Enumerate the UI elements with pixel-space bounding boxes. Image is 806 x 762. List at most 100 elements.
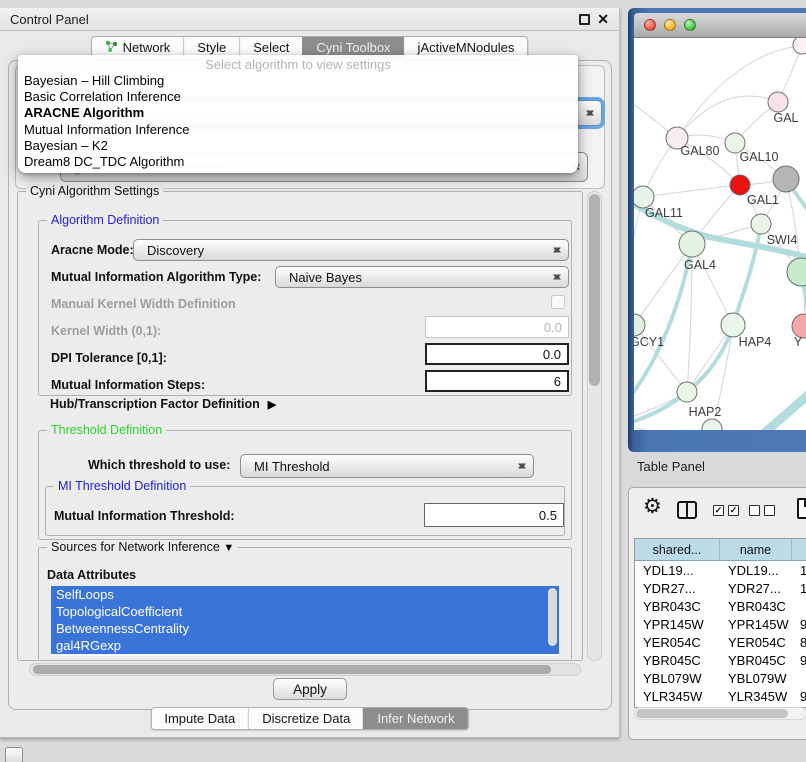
which-threshold-combo[interactable]: MI Threshold xyxy=(240,454,534,478)
which-threshold-value: MI Threshold xyxy=(254,459,330,474)
network-node-hap2[interactable] xyxy=(677,382,697,402)
new-table-document-icon[interactable] xyxy=(797,498,806,519)
attribute-item-gal4rgexp[interactable]: gal4RGexp xyxy=(51,637,559,654)
kernel-width-input[interactable]: 0.0 xyxy=(425,316,569,338)
checked-box-icon: ✓ xyxy=(728,505,739,516)
column-header-name[interactable]: name xyxy=(720,539,792,560)
table-cell: YER054C xyxy=(635,633,720,651)
node-label: Y xyxy=(794,335,803,349)
columns-icon[interactable] xyxy=(677,501,697,519)
network-node-gal4[interactable] xyxy=(679,231,705,257)
unchecked-box-icon xyxy=(764,505,775,516)
network-edge xyxy=(692,244,733,325)
node-label: SWI4 xyxy=(767,233,798,247)
tab-infer-network[interactable]: Infer Network xyxy=(363,708,467,729)
mi-steps-input[interactable]: 6 xyxy=(425,370,569,392)
hide-unchecked-columns-icon[interactable] xyxy=(749,505,775,516)
network-node[interactable] xyxy=(793,38,806,54)
hub-definition-toggle[interactable]: Hub/Transcription Factor Definition ▶ xyxy=(50,397,276,411)
network-node-gcy1[interactable] xyxy=(634,314,645,336)
float-window-icon[interactable] xyxy=(579,14,590,25)
network-view-window: GALGAL80GAL10GAL1GAL11SWI4GAL4GCY1HAP4YH… xyxy=(628,8,806,452)
algorithm-item-aracne-algorithm[interactable]: ARACNE Algorithm xyxy=(18,105,578,121)
attribute-item-betweennesscentrality[interactable]: BetweennessCentrality xyxy=(51,620,559,637)
network-node-gal[interactable] xyxy=(768,92,788,112)
network-node[interactable] xyxy=(702,419,722,430)
gear-icon[interactable]: ⚙ xyxy=(643,494,662,519)
network-node[interactable] xyxy=(787,258,806,286)
algorithm-item-mutual-information-inference[interactable]: Mutual Information Inference xyxy=(18,122,578,138)
table-row[interactable]: YPR145WYPR145W9. xyxy=(635,615,806,633)
table-row[interactable]: YDL19...YDL19...13 xyxy=(635,561,806,579)
dpi-tolerance-input[interactable]: 0.0 xyxy=(425,343,569,365)
tab-discretize-data[interactable]: Discretize Data xyxy=(248,708,363,729)
algorithm-item-bayesian-hill-climbing[interactable]: Bayesian – Hill Climbing xyxy=(18,73,578,89)
attribute-item-selfloops[interactable]: SelfLoops xyxy=(51,586,559,603)
apply-button[interactable]: Apply xyxy=(273,678,347,700)
close-icon[interactable]: ✕ xyxy=(597,14,609,25)
zoom-traffic-light-icon[interactable] xyxy=(684,19,696,31)
aracne-mode-combo[interactable]: Discovery xyxy=(133,239,569,261)
algorithm-popup: Select algorithm to view settings Bayesi… xyxy=(18,55,578,173)
network-node[interactable] xyxy=(773,166,799,192)
tab-label: Network xyxy=(123,40,171,55)
bottom-left-partial-icon[interactable] xyxy=(5,747,23,762)
vertical-scrollbar-thumb[interactable] xyxy=(589,194,600,386)
network-edge xyxy=(643,185,740,197)
mi-threshold-input[interactable]: 0.5 xyxy=(424,503,564,527)
horizontal-scrollbar-thumb[interactable] xyxy=(33,665,551,674)
algorithm-item-basic-correlation-inference[interactable]: Basic Correlation Inference xyxy=(18,89,578,105)
node-label: GAL4 xyxy=(684,258,716,272)
manual-kernel-checkbox[interactable] xyxy=(551,295,565,309)
algorithm-definition-title: Algorithm Definition xyxy=(47,213,163,227)
table-cell: YDR27... xyxy=(635,579,720,597)
data-attributes-label: Data Attributes xyxy=(47,568,136,582)
table-cell: YBR043C xyxy=(720,597,792,615)
table-cell: YER054C xyxy=(720,633,792,651)
sources-title: Sources for Network Inference xyxy=(51,540,220,554)
cyni-algorithm-settings-group: Cyni Algorithm Settings Algorithm Defini… xyxy=(17,191,583,661)
node-label: GAL11 xyxy=(645,206,683,220)
table-row[interactable]: YLR345WYLR345W9. xyxy=(635,688,806,706)
network-node-gal1[interactable] xyxy=(730,175,750,195)
manual-kernel-label: Manual Kernel Width Definition xyxy=(51,297,236,311)
attribute-item-topologicalcoefficient[interactable]: TopologicalCoefficient xyxy=(51,603,559,620)
table-cell: YDL19... xyxy=(720,561,792,579)
settings-vertical-scrollbar[interactable] xyxy=(587,191,602,661)
network-window-titlebar[interactable] xyxy=(634,13,806,38)
show-checked-columns-icon[interactable]: ✓ ✓ xyxy=(713,505,739,516)
control-panel-header: Control Panel ✕ xyxy=(0,8,619,31)
table-row[interactable]: YDR27...YDR27...12 xyxy=(635,579,806,597)
table-row[interactable]: YBR043CYBR043C xyxy=(635,597,806,615)
sources-title-row[interactable]: Sources for Network Inference ▼ xyxy=(47,540,238,554)
table-horizontal-scrollbar[interactable] xyxy=(634,707,806,720)
combo-spinner-icon xyxy=(553,271,562,284)
table-panel-title: Table Panel xyxy=(637,459,705,474)
table-cell xyxy=(792,597,806,615)
bottom-tabs: Impute Data Discretize DataInfer Network xyxy=(150,707,468,730)
column-header-a[interactable]: A xyxy=(792,539,806,560)
table-cell: 8. xyxy=(792,633,806,651)
table-row[interactable]: YBL079WYBL079W xyxy=(635,670,806,688)
network-canvas[interactable]: GALGAL80GAL10GAL1GAL11SWI4GAL4GCY1HAP4YH… xyxy=(634,38,806,430)
list-scrollbar-thumb[interactable] xyxy=(548,588,557,646)
table-row[interactable]: YER054CYER054C8. xyxy=(635,633,806,651)
network-node-gal11[interactable] xyxy=(634,186,654,208)
mi-type-combo[interactable]: Naive Bayes xyxy=(275,266,569,288)
network-node-swi4[interactable] xyxy=(751,214,771,234)
node-label: HAP4 xyxy=(739,335,772,349)
column-header-shared[interactable]: shared... xyxy=(635,539,720,560)
table-row[interactable]: YBR045CYBR045C9. xyxy=(635,651,806,669)
algorithm-item-bayesian-k2[interactable]: Bayesian – K2 xyxy=(18,138,578,154)
mi-type-value: Naive Bayes xyxy=(289,270,362,285)
table-scrollbar-thumb[interactable] xyxy=(636,709,788,718)
minimize-traffic-light-icon[interactable] xyxy=(664,19,676,31)
data-attributes-list[interactable]: SelfLoopsTopologicalCoefficientBetweenne… xyxy=(51,586,559,656)
settings-horizontal-scrollbar[interactable] xyxy=(29,663,581,676)
tab-impute-data[interactable]: Impute Data xyxy=(151,708,248,729)
close-traffic-light-icon[interactable] xyxy=(644,19,656,31)
threshold-definition-title: Threshold Definition xyxy=(47,423,166,437)
algorithm-item-dream8-dc-tdc-algorithm[interactable]: Dream8 DC_TDC Algorithm xyxy=(18,154,578,170)
tab-label: Impute Data xyxy=(164,711,235,726)
network-node-hap4[interactable] xyxy=(721,313,745,337)
